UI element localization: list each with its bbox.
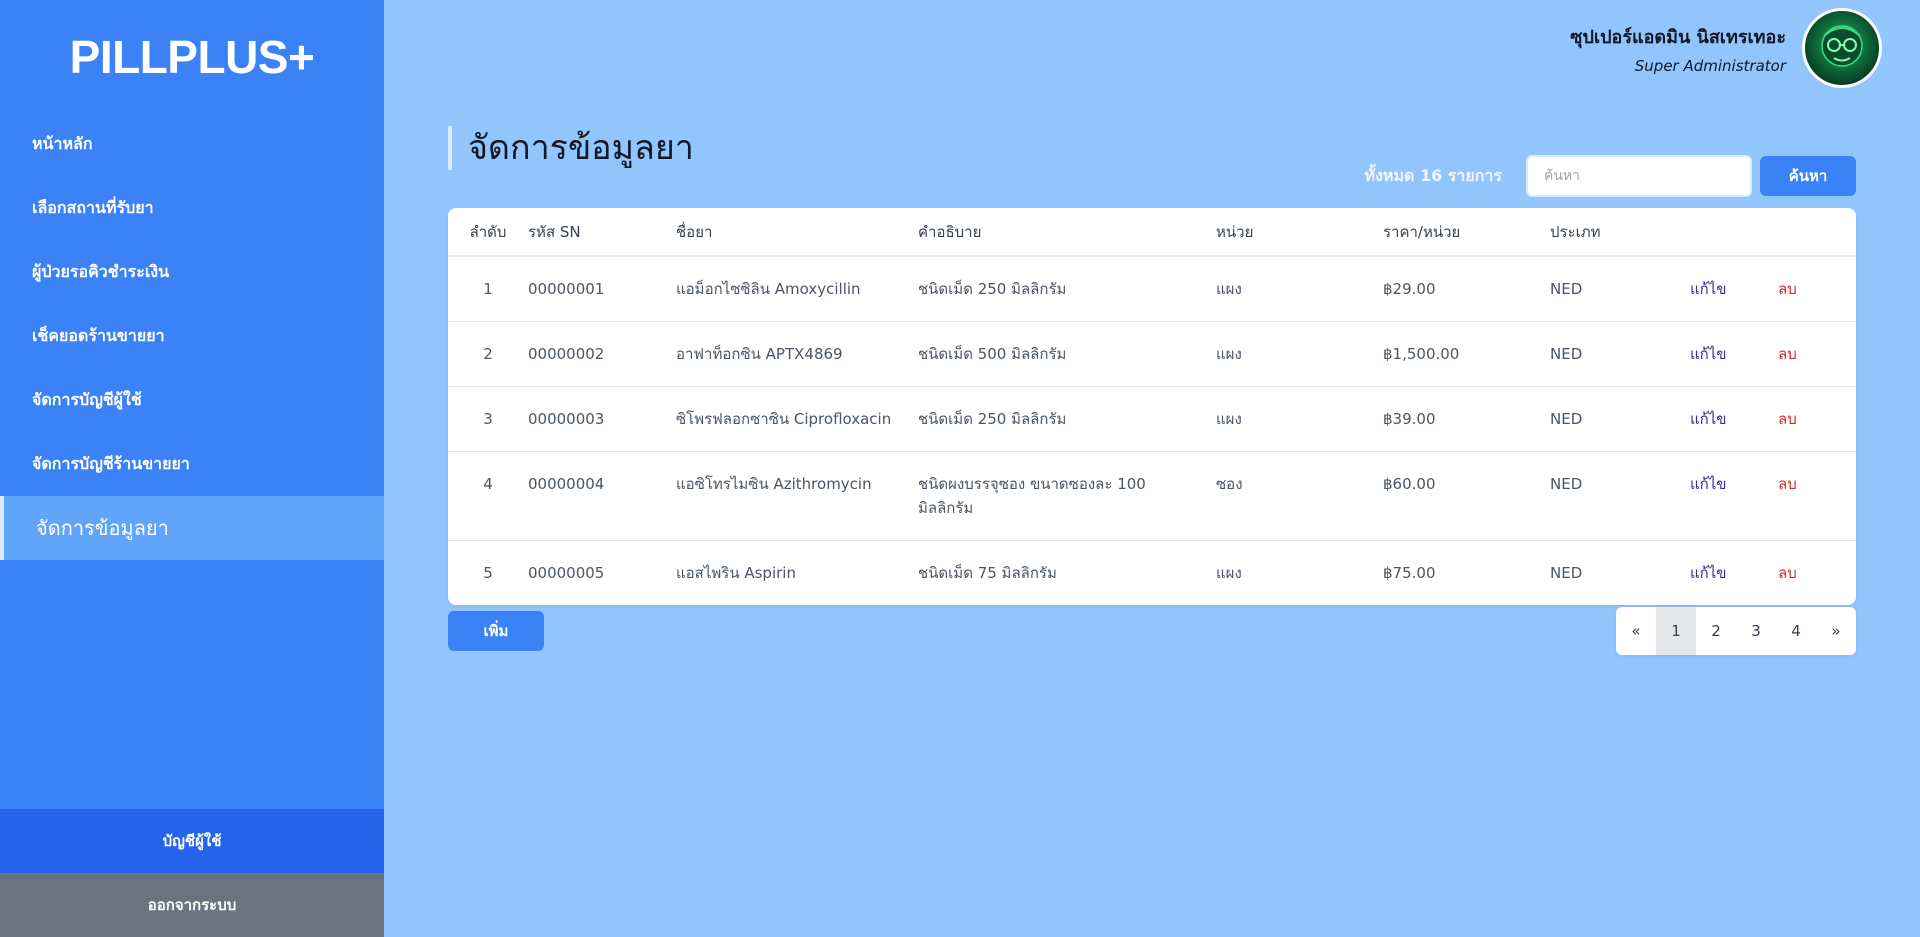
- search-button[interactable]: ค้นหา: [1760, 156, 1856, 196]
- cell-unit: แผง: [1216, 386, 1383, 452]
- sidebar-item-payment-queue[interactable]: ผู้ป่วยรอคิวชำระเงิน: [0, 240, 384, 304]
- cell-type: NED: [1550, 256, 1690, 322]
- table-header-row: ลำดับ รหัส SN ชื่อยา คำอธิบาย หน่วย ราคา…: [448, 208, 1856, 257]
- cell-name: แอซิโทรไมซิน Azithromycin: [676, 451, 918, 541]
- header-name: ชื่อยา: [676, 208, 918, 257]
- pagination-page-2[interactable]: 2: [1696, 607, 1736, 655]
- cell-description: ชนิดเม็ด 75 มิลลิกรัม: [918, 564, 1057, 582]
- cell-name: แอม็อกไซซิลิน Amoxycillin: [676, 256, 918, 322]
- cell-price: ฿75.00: [1383, 564, 1436, 582]
- app-logo[interactable]: PILLPLUS+: [0, 30, 384, 84]
- table-row: 2 00000002 อาฟาท็อกซิน APTX4869 ชนิดเม็ด…: [448, 321, 1856, 387]
- cell-description: ชนิดผงบรรจุซอง ขนาดซองละ 100 มิลลิกรัม: [918, 451, 1216, 541]
- cell-sn: 00000002: [528, 321, 676, 387]
- edit-link[interactable]: แก้ไข: [1690, 564, 1727, 582]
- search-input[interactable]: [1526, 155, 1752, 197]
- cell-no: 2: [448, 321, 528, 387]
- user-name: ซุปเปอร์แอดมิน นิสเทรเทอะ: [1570, 26, 1786, 48]
- cell-price: ฿1,500.00: [1383, 321, 1550, 387]
- app-root: PILLPLUS+ หน้าหลัก เลือกสถานที่รับยา ผู้…: [0, 0, 1920, 937]
- search-toolbar: ทั้งหมด 16 รายการ ค้นหา: [1365, 155, 1856, 197]
- sidebar: PILLPLUS+ หน้าหลัก เลือกสถานที่รับยา ผู้…: [0, 0, 384, 937]
- header-no: ลำดับ: [448, 208, 528, 257]
- table-row: 4 00000004 แอซิโทรไมซิน Azithromycin ชนิ…: [448, 451, 1856, 541]
- cell-sn: 00000003: [528, 386, 676, 452]
- header-edit: [1690, 208, 1778, 257]
- cell-unit: แผง: [1216, 564, 1242, 582]
- cell-unit: ซอง: [1216, 451, 1383, 541]
- cell-unit: แผง: [1216, 256, 1383, 322]
- edit-link[interactable]: แก้ไข: [1690, 475, 1727, 493]
- user-profile: ซุปเปอร์แอดมิน นิสเทรเทอะ Super Administ…: [1570, 8, 1882, 88]
- header-type: ประเภท: [1550, 208, 1690, 257]
- cell-type: NED: [1550, 386, 1690, 452]
- header-delete: [1778, 208, 1856, 257]
- pagination-page-4[interactable]: 4: [1776, 607, 1816, 655]
- cell-sn: 00000004: [528, 451, 676, 541]
- cell-name: ซิโพรฟลอกซาซิน Ciprofloxacin: [676, 386, 918, 452]
- total-count: ทั้งหมด 16 รายการ: [1364, 165, 1502, 185]
- sidebar-item-home[interactable]: หน้าหลัก: [0, 112, 384, 176]
- delete-link[interactable]: ลบ: [1778, 475, 1797, 493]
- add-drug-button[interactable]: เพิ่ม: [448, 611, 544, 651]
- header-unit: หน่วย: [1216, 208, 1383, 257]
- edit-link[interactable]: แก้ไข: [1690, 410, 1727, 428]
- delete-link[interactable]: ลบ: [1778, 564, 1797, 582]
- sidebar-item-pharmacy-sales[interactable]: เช็คยอดร้านขายยา: [0, 304, 384, 368]
- cell-description: ชนิดเม็ด 250 มิลลิกรัม: [918, 256, 1216, 322]
- cell-sn: 00000005: [528, 564, 605, 582]
- cell-type: NED: [1550, 321, 1690, 387]
- delete-link[interactable]: ลบ: [1778, 280, 1797, 298]
- delete-link[interactable]: ลบ: [1778, 345, 1797, 363]
- cell-no: 5: [483, 564, 493, 582]
- cell-no: 3: [448, 386, 528, 452]
- cell-name: อาฟาท็อกซิน APTX4869: [676, 321, 918, 387]
- sidebar-bottom: บัญชีผู้ใช้ ออกจากระบบ: [0, 809, 384, 937]
- table-row: 1 00000001 แอม็อกไซซิลิน Amoxycillin ชนิ…: [448, 256, 1856, 322]
- cell-no: 1: [448, 256, 528, 322]
- cell-unit: แผง: [1216, 321, 1383, 387]
- header-sn: รหัส SN: [528, 208, 676, 257]
- cell-description: ชนิดเม็ด 500 มิลลิกรัม: [918, 321, 1216, 387]
- cell-description: ชนิดเม็ด 250 มิลลิกรัม: [918, 386, 1216, 452]
- pagination-page-1[interactable]: 1: [1656, 607, 1696, 655]
- sidebar-item-drug-data[interactable]: จัดการข้อมูลยา: [0, 496, 384, 560]
- cell-name: แอสไพริน Aspirin: [676, 564, 796, 582]
- header-price: ราคา/หน่วย: [1383, 208, 1550, 257]
- pagination-page-3[interactable]: 3: [1736, 607, 1776, 655]
- table-row: 3 00000003 ซิโพรฟลอกซาซิน Ciprofloxacin …: [448, 386, 1856, 452]
- sidebar-nav: หน้าหลัก เลือกสถานที่รับยา ผู้ป่วยรอคิวช…: [0, 112, 384, 560]
- pagination-prev[interactable]: «: [1616, 607, 1656, 655]
- sidebar-item-select-pickup[interactable]: เลือกสถานที่รับยา: [0, 176, 384, 240]
- sidebar-item-user-accounts[interactable]: จัดการบัญชีผู้ใช้: [0, 368, 384, 432]
- cell-type: NED: [1550, 451, 1690, 541]
- page-title: จัดการข้อมูลยา: [448, 126, 694, 170]
- cell-type: NED: [1550, 564, 1583, 582]
- account-button[interactable]: บัญชีผู้ใช้: [0, 809, 384, 873]
- edit-link[interactable]: แก้ไข: [1690, 280, 1727, 298]
- table-row: 5 00000005 แอสไพริน Aspirin ชนิดเม็ด 75 …: [448, 541, 1856, 606]
- edit-link[interactable]: แก้ไข: [1690, 345, 1727, 363]
- avatar-face-icon: [1821, 25, 1863, 67]
- pagination: « 1 2 3 4 »: [1616, 607, 1856, 655]
- delete-link[interactable]: ลบ: [1778, 410, 1797, 428]
- header-description: คำอธิบาย: [918, 208, 1216, 257]
- cell-sn: 00000001: [528, 256, 676, 322]
- user-info: ซุปเปอร์แอดมิน นิสเทรเทอะ Super Administ…: [1570, 22, 1786, 75]
- user-role: Super Administrator: [1634, 56, 1786, 75]
- cell-no: 4: [448, 451, 528, 541]
- drug-table: ลำดับ รหัส SN ชื่อยา คำอธิบาย หน่วย ราคา…: [448, 208, 1856, 605]
- sidebar-item-pharmacy-accounts[interactable]: จัดการบัญชีร้านขายยา: [0, 432, 384, 496]
- logout-button[interactable]: ออกจากระบบ: [0, 873, 384, 937]
- cell-price: ฿29.00: [1383, 256, 1550, 322]
- cell-price: ฿60.00: [1383, 451, 1550, 541]
- pagination-next[interactable]: »: [1816, 607, 1856, 655]
- drug-table-card: ลำดับ รหัส SN ชื่อยา คำอธิบาย หน่วย ราคา…: [448, 208, 1856, 605]
- avatar[interactable]: [1802, 8, 1882, 88]
- cell-price: ฿39.00: [1383, 386, 1550, 452]
